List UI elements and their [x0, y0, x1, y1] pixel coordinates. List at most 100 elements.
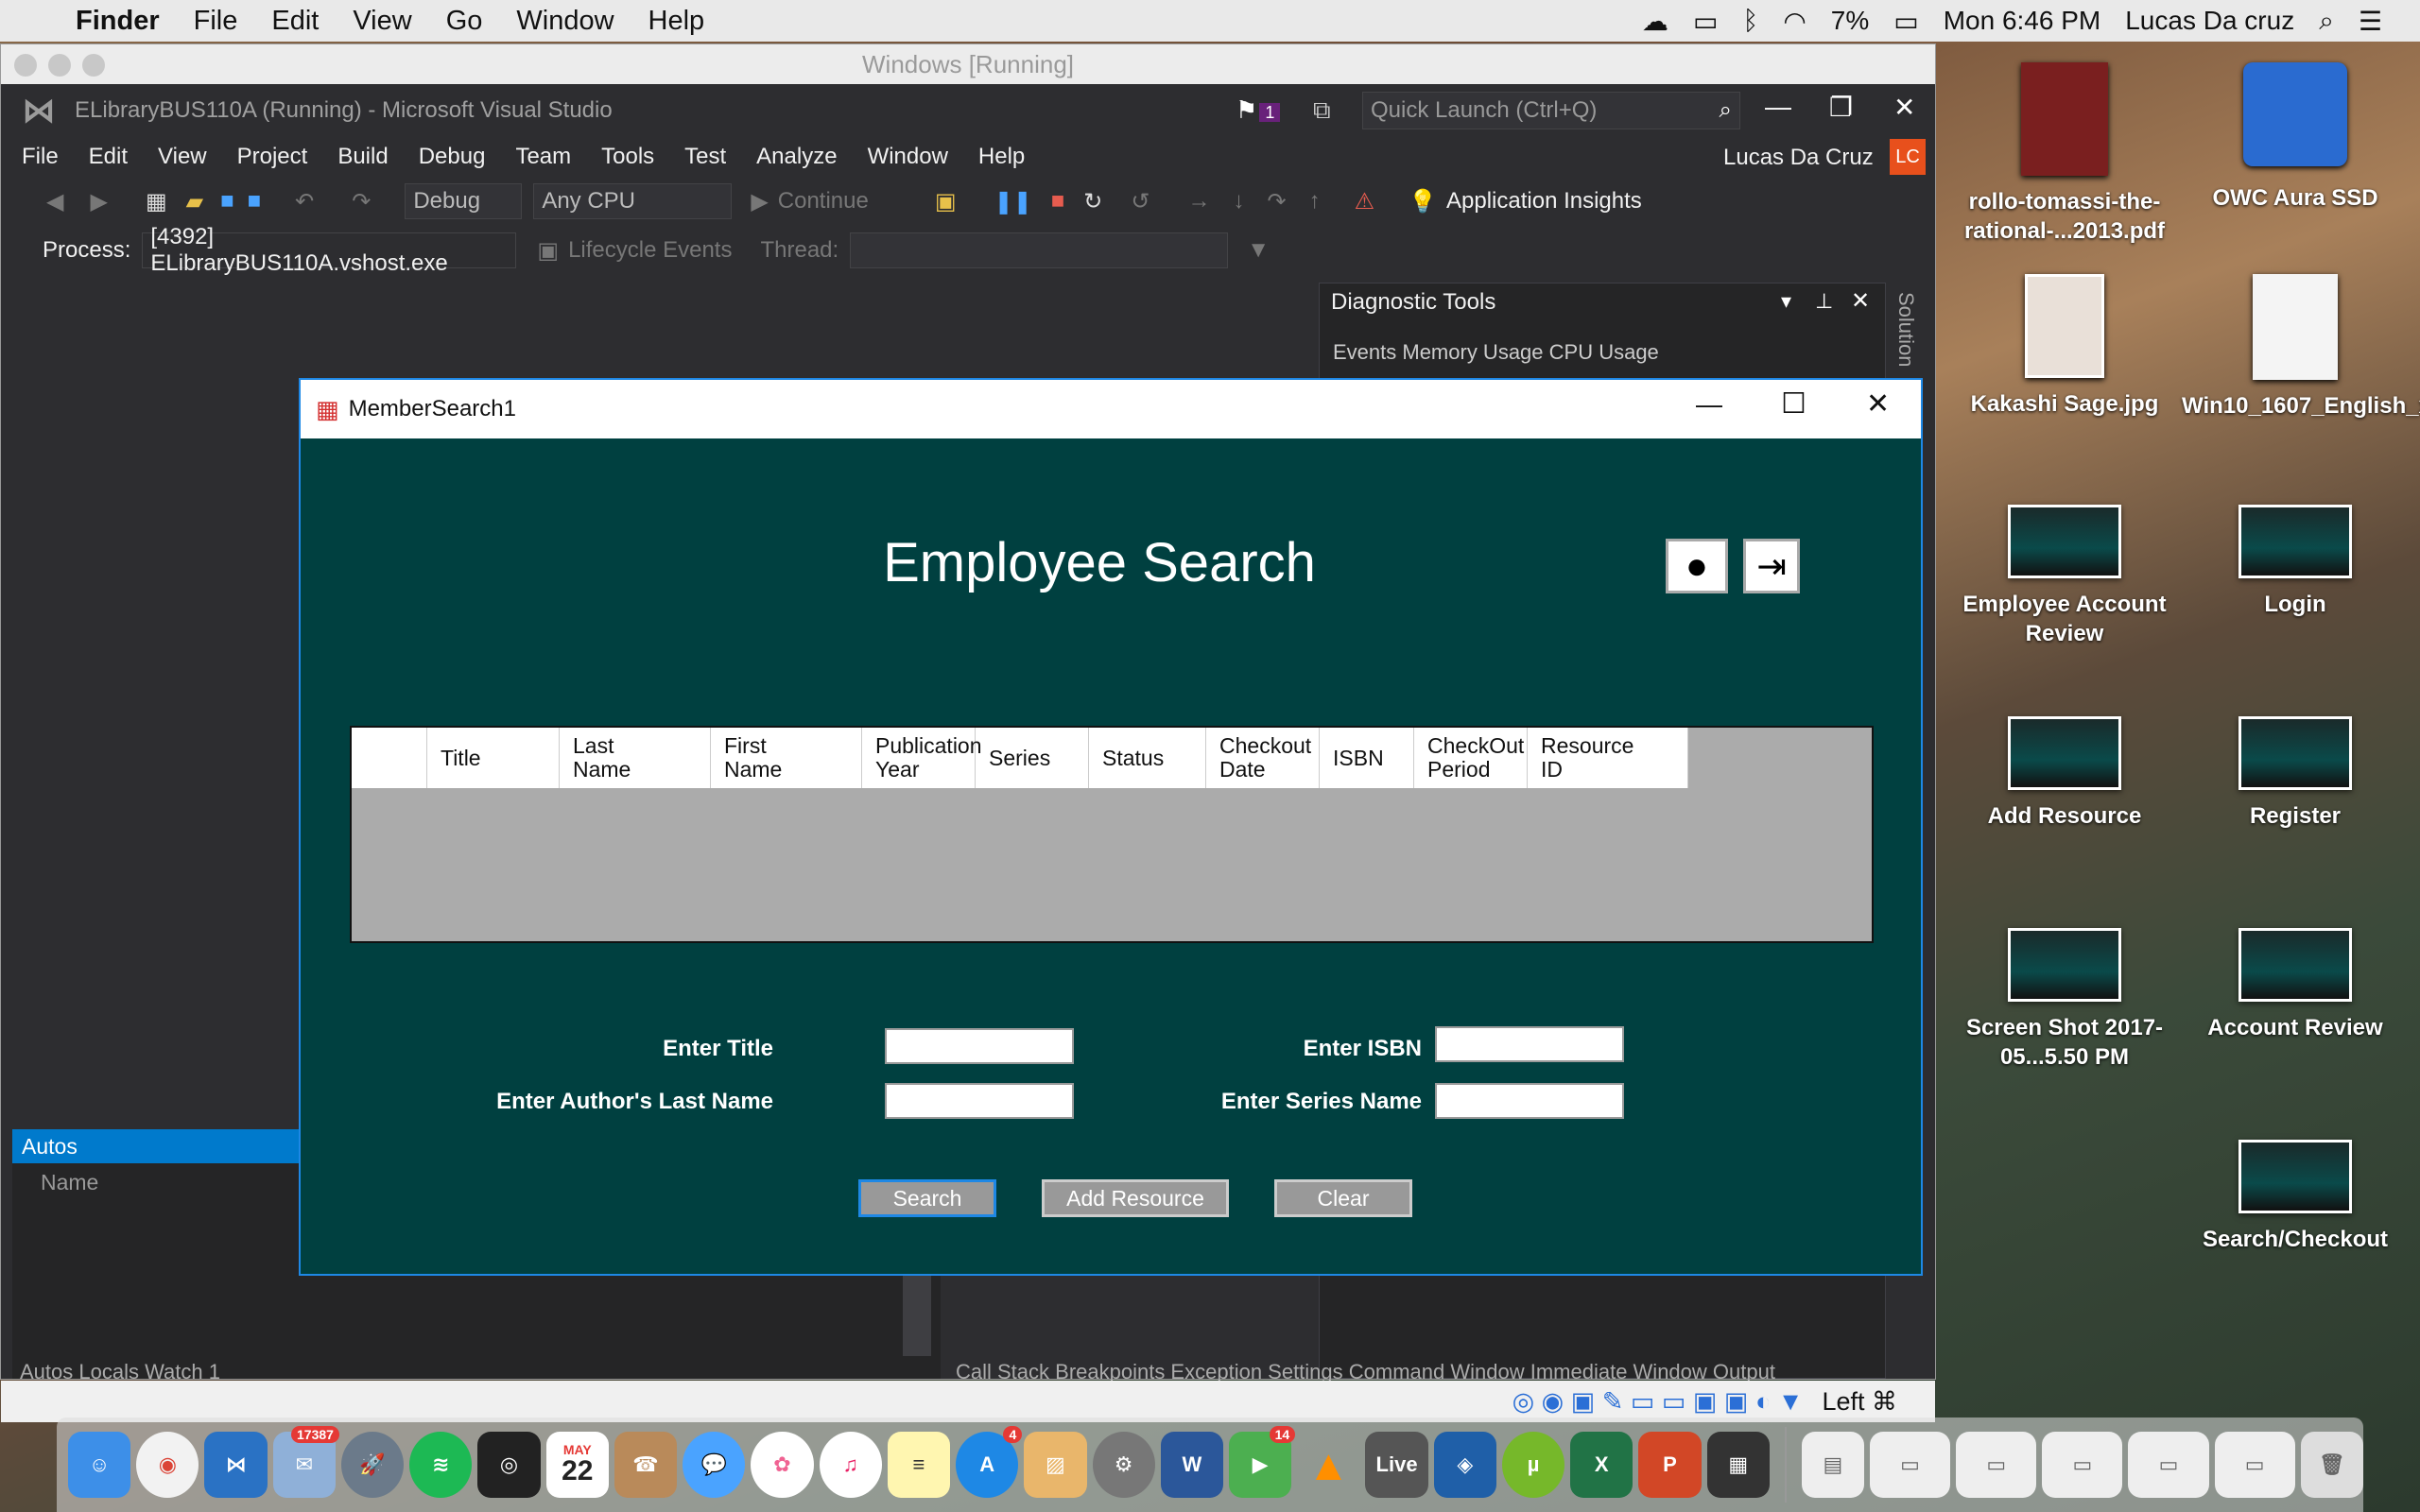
menu-file[interactable]: File — [194, 6, 238, 37]
chrome-icon[interactable]: ◉ — [136, 1432, 199, 1498]
photos-icon[interactable]: ✿ — [751, 1432, 814, 1498]
step-over-icon-2[interactable]: ↷ — [1267, 188, 1286, 215]
column-header-first-name[interactable]: First Name — [711, 728, 862, 788]
title-input[interactable] — [885, 1028, 1074, 1064]
column-header-checkout-date[interactable]: Checkout Date — [1206, 728, 1320, 788]
menu-view[interactable]: View — [353, 6, 411, 37]
vs-menu-team[interactable]: Team — [515, 144, 571, 170]
config-select[interactable]: Debug — [405, 183, 523, 219]
preview-icon[interactable]: ▨ — [1024, 1432, 1087, 1498]
column-header-checkout-period[interactable]: CheckOut Period — [1414, 728, 1528, 788]
vm-device-icons[interactable]: ◎ ◉ ▣ ✎ ▭ ▭ ▣ ▣ ◐ ▼ — [1512, 1387, 1804, 1417]
launchpad-icon[interactable]: 🚀 — [340, 1432, 405, 1498]
vs-menu-edit[interactable]: Edit — [89, 144, 128, 170]
wifi-icon[interactable]: ◠ — [1783, 6, 1806, 37]
menu-go[interactable]: Go — [446, 6, 483, 37]
save-all-icon[interactable]: ■ — [248, 188, 262, 215]
vs-menu-help[interactable]: Help — [978, 144, 1025, 170]
continue-button[interactable]: Continue — [778, 188, 869, 215]
menu-help[interactable]: Help — [648, 6, 705, 37]
notification-center-icon[interactable]: ☰ — [2359, 6, 2382, 37]
continue-icon[interactable]: ▶ — [751, 188, 768, 215]
open-file-icon[interactable]: ▰ — [186, 188, 203, 215]
column-header-resource-id[interactable]: Resource ID — [1528, 728, 1688, 788]
facetime-icon[interactable]: ▶ 14 — [1228, 1426, 1296, 1498]
desktop-icon-kakashi[interactable]: Kakashi Sage.jpg — [1951, 274, 2178, 419]
desktop-icon-search-checkout[interactable]: Search/Checkout — [2182, 1140, 2409, 1254]
clock[interactable]: Mon 6:46 PM — [1944, 6, 2101, 36]
vm-minimize-button[interactable] — [48, 54, 71, 77]
column-header-series[interactable]: Series — [976, 728, 1089, 788]
desktop-icon-screen-shot[interactable]: Screen Shot 2017-05...5.50 PM — [1951, 928, 2178, 1072]
finder-icon[interactable]: ☺ — [68, 1432, 131, 1498]
application-insights-button[interactable]: Application Insights — [1446, 188, 1642, 215]
user-name[interactable]: Lucas Da cruz — [2125, 6, 2294, 36]
results-grid[interactable]: Title Last Name First Name Publication Y… — [350, 726, 1874, 943]
word-icon[interactable]: W — [1160, 1432, 1223, 1498]
bluetooth-icon[interactable]: ᛒ — [1743, 6, 1759, 36]
form-maximize-button[interactable]: ☐ — [1781, 387, 1806, 421]
isbn-input[interactable] — [1435, 1026, 1624, 1062]
visual-studio-code-icon[interactable]: ⋈ — [204, 1432, 268, 1498]
desktop-icon-add-resource[interactable]: Add Resource — [1951, 716, 2178, 831]
panel-close-icon[interactable]: ✕ — [1851, 287, 1870, 315]
menu-window[interactable]: Window — [516, 6, 614, 37]
solution-explorer-tab[interactable]: Solution — [1893, 292, 1918, 368]
recent-thumbnail-icon[interactable]: ▭ — [2214, 1432, 2295, 1498]
vs-close-button[interactable]: ✕ — [1893, 92, 1915, 123]
virtualbox-icon[interactable]: ◈ — [1433, 1432, 1496, 1498]
system-preferences-icon[interactable]: ⚙ — [1092, 1432, 1155, 1498]
airplay-icon[interactable]: ▭ — [1693, 6, 1718, 37]
search-button[interactable]: Search — [858, 1179, 996, 1217]
account-name[interactable]: Lucas Da Cruz — [1723, 145, 1874, 171]
recent-thumbnail-icon[interactable]: ▭ — [2128, 1432, 2209, 1498]
add-resource-button[interactable]: Add Resource — [1042, 1179, 1229, 1217]
process-select[interactable]: [4392] ELibraryBUS110A.vshost.exe — [142, 224, 517, 276]
notes-icon[interactable]: ≡ — [887, 1432, 951, 1498]
filter-icon[interactable]: ▼ — [1247, 237, 1270, 264]
vm-zoom-button[interactable] — [82, 54, 105, 77]
author-last-name-input[interactable] — [885, 1083, 1074, 1119]
step-out-icon[interactable]: ↑ — [1309, 188, 1321, 215]
trash-icon[interactable]: 🗑 — [2300, 1432, 2363, 1498]
desktop-icon-ssd[interactable]: OWC Aura SSD — [2182, 62, 2409, 213]
contacts-icon[interactable]: ☎ — [614, 1432, 678, 1498]
messages-icon[interactable]: 💬 — [683, 1432, 746, 1498]
vs-menu-analyze[interactable]: Analyze — [756, 144, 837, 170]
process-explorer-icon[interactable]: ▣ — [935, 188, 957, 215]
desktop-icon-iso[interactable]: Win10_1607_English_x64.iso — [2182, 274, 2420, 421]
vs-menu-test[interactable]: Test — [684, 144, 726, 170]
redo-icon[interactable]: ↷ — [352, 188, 371, 215]
vs-menu-window[interactable]: Window — [868, 144, 948, 170]
column-header-last-name[interactable]: Last Name — [560, 728, 711, 788]
breakpoints-icon[interactable]: ⚠ — [1355, 188, 1375, 215]
battery-icon[interactable]: ▭ — [1893, 6, 1918, 37]
vs-menu-project[interactable]: Project — [237, 144, 308, 170]
series-name-input[interactable] — [1435, 1083, 1624, 1119]
recent-thumbnail-icon[interactable]: ▭ — [1869, 1432, 1951, 1498]
calendar-icon[interactable]: MAY 22 — [545, 1432, 609, 1498]
recent-thumbnail-icon[interactable]: ▭ — [2042, 1432, 2123, 1498]
document-stack-icon[interactable]: ▤ — [1801, 1432, 1864, 1498]
vs-menu-view[interactable]: View — [158, 144, 207, 170]
vs-restore-button[interactable]: ❐ — [1829, 92, 1853, 123]
vs-menu-file[interactable]: File — [22, 144, 59, 170]
logout-button[interactable]: ⇥ — [1743, 539, 1800, 593]
lifecycle-events-button[interactable]: Lifecycle Events — [568, 237, 732, 264]
pin-icon[interactable]: ⊥ — [1815, 289, 1833, 314]
undo-icon[interactable]: ↶ — [295, 188, 314, 215]
quick-launch-input[interactable]: Quick Launch (Ctrl+Q) ⌕ — [1362, 92, 1740, 129]
restart-icon[interactable]: ↻ — [1083, 188, 1102, 215]
app-store-icon[interactable]: A4 — [956, 1426, 1023, 1498]
new-project-icon[interactable]: ▦ — [146, 188, 167, 215]
spotlight-search-icon[interactable]: ⌕ — [2319, 6, 2334, 37]
desktop-icon-employee-account-review[interactable]: Employee Account Review — [1951, 505, 2178, 648]
form-close-button[interactable]: ✕ — [1866, 387, 1890, 421]
column-header-isbn[interactable]: ISBN — [1320, 728, 1414, 788]
step-over-icon[interactable]: → — [1187, 188, 1210, 215]
show-next-statement-icon[interactable]: ↺ — [1131, 188, 1150, 215]
stop-icon[interactable]: ■ — [1051, 188, 1065, 215]
column-header-publication-year[interactable]: Publication Year — [862, 728, 982, 788]
recent-thumbnail-icon[interactable]: ▭ — [1956, 1432, 2037, 1498]
account-button[interactable]: ● — [1666, 539, 1728, 593]
